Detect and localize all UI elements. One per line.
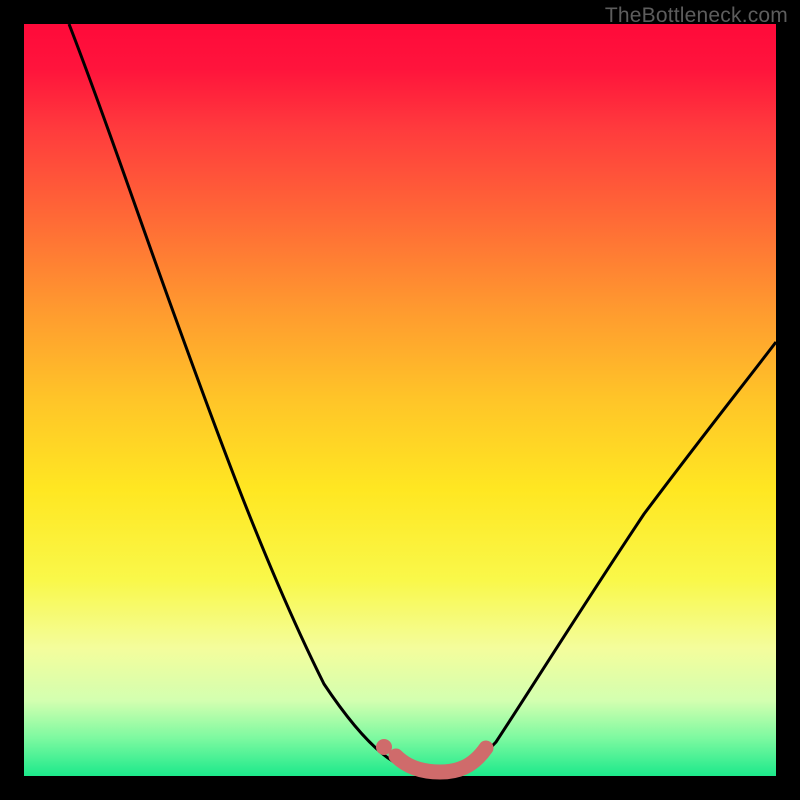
watermark-text: TheBottleneck.com	[605, 4, 788, 28]
bottleneck-curve-line	[69, 24, 776, 771]
chart-plot-area	[24, 24, 776, 776]
optimal-range-marker	[396, 748, 486, 772]
optimal-point-marker	[376, 739, 392, 755]
chart-svg	[24, 24, 776, 776]
